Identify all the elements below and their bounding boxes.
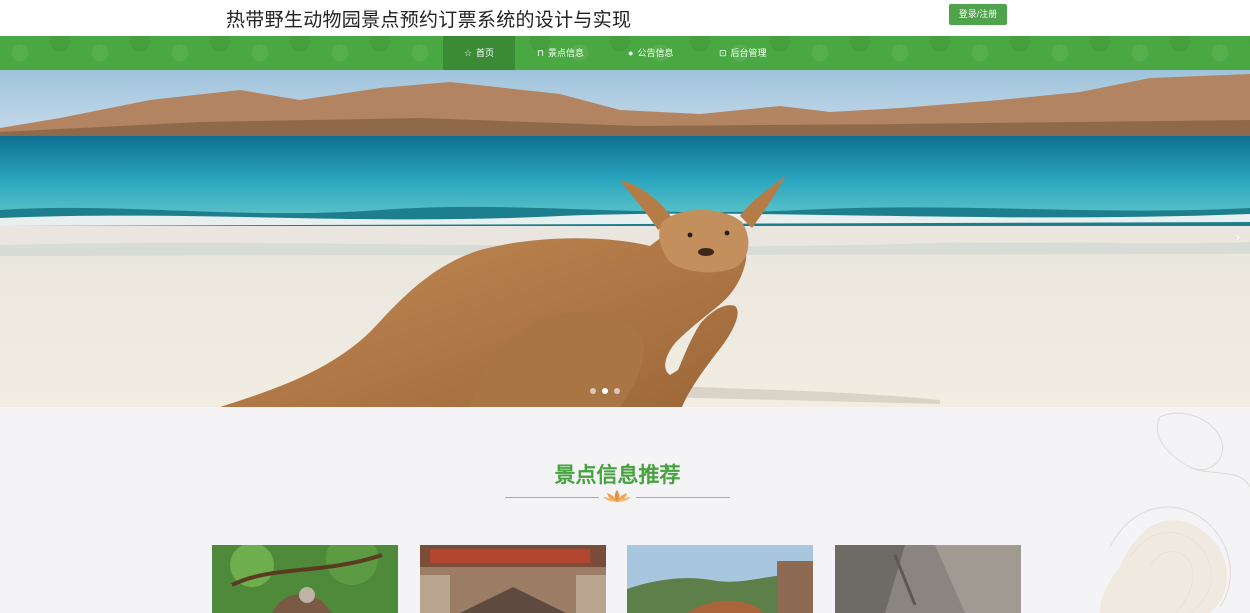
flower-decoration	[1100, 412, 1250, 613]
attraction-image	[212, 545, 398, 613]
recommended-section: 景点信息推荐	[0, 407, 1250, 613]
attraction-card[interactable]	[212, 545, 398, 613]
nav-item-label: 首页	[476, 48, 495, 58]
star-icon: ☆	[463, 48, 473, 58]
bag-icon: ⊓	[537, 48, 545, 58]
divider-line-left	[505, 497, 599, 498]
attraction-image	[627, 545, 813, 613]
banner-image	[0, 70, 1250, 407]
banner-carousel[interactable]: ›	[0, 70, 1250, 407]
divider-line-right	[636, 497, 730, 498]
attraction-card[interactable]	[420, 545, 606, 613]
carousel-dots	[590, 388, 620, 394]
attraction-card[interactable]	[835, 545, 1021, 613]
carousel-dot[interactable]	[614, 388, 620, 394]
login-register-button[interactable]: 登录/注册	[949, 4, 1007, 25]
carousel-dot[interactable]	[602, 388, 608, 394]
nav-item-label: 公告信息	[637, 48, 674, 58]
section-title: 景点信息推荐	[554, 464, 681, 487]
attraction-card[interactable]	[627, 545, 813, 613]
nav-item-admin[interactable]: ⊡ 后台管理	[713, 36, 773, 70]
nav-item-attractions[interactable]: ⊓ 景点信息	[531, 36, 590, 70]
title-divider	[505, 490, 730, 509]
attraction-image	[420, 545, 606, 613]
main-nav: ☆ 首页 ⊓ 景点信息 ● 公告信息 ⊡ 后台管理	[0, 36, 1250, 70]
nav-item-label: 景点信息	[548, 48, 585, 58]
site-title: 热带野生动物园景点预约订票系统的设计与实现	[226, 10, 632, 31]
box-icon: ⊡	[719, 48, 727, 58]
carousel-dot[interactable]	[590, 388, 596, 394]
header-bar: 热带野生动物园景点预约订票系统的设计与实现 登录/注册	[0, 0, 1250, 36]
lotus-icon	[603, 490, 631, 502]
nav-item-announcements[interactable]: ● 公告信息	[622, 36, 679, 70]
carousel-next-arrow[interactable]: ›	[1236, 230, 1240, 244]
nav-item-home[interactable]: ☆ 首页	[443, 36, 515, 70]
nav-item-label: 后台管理	[730, 48, 767, 58]
attraction-image	[835, 545, 1021, 613]
circle-icon: ●	[628, 48, 634, 58]
